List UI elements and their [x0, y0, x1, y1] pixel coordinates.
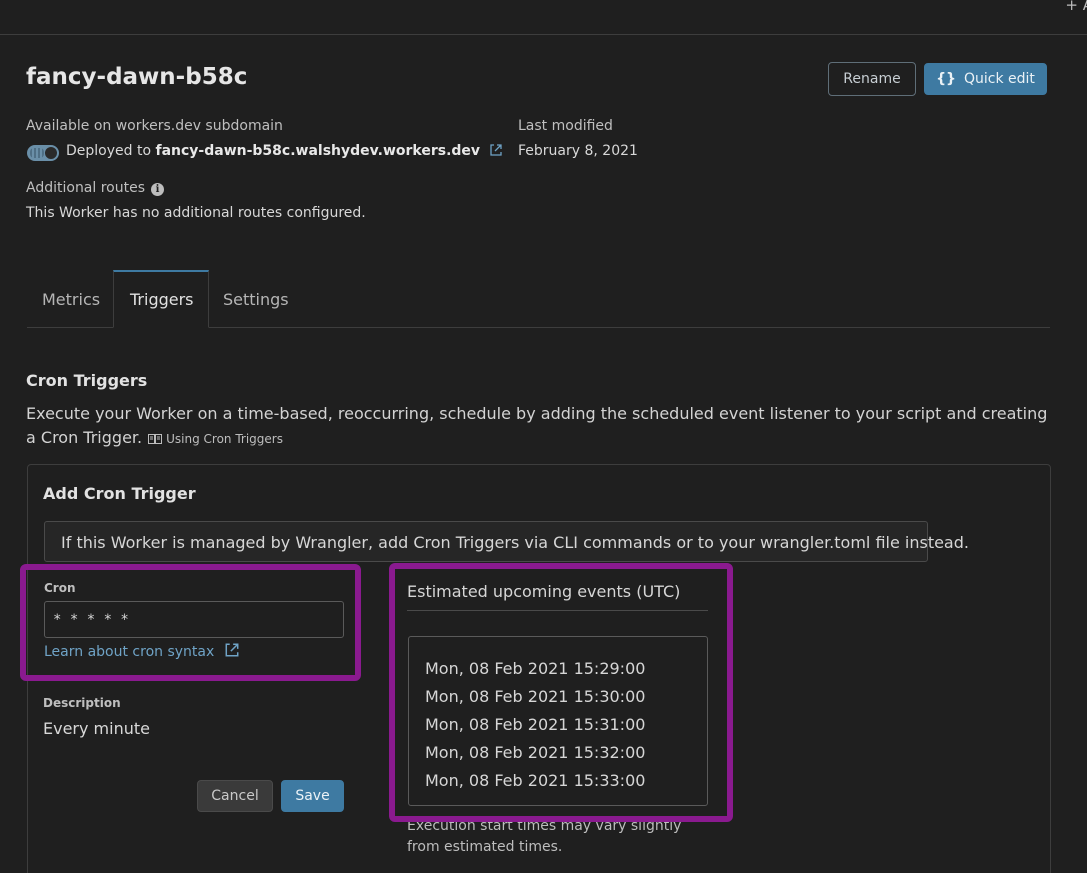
events-highlight-box — [389, 563, 733, 822]
toggle-knob — [44, 146, 58, 160]
page-title: fancy-dawn-b58c — [26, 64, 248, 90]
last-modified-value: February 8, 2021 — [518, 143, 638, 159]
cancel-button[interactable]: Cancel — [197, 780, 273, 812]
cron-highlight-box — [20, 564, 361, 681]
cron-triggers-heading: Cron Triggers — [26, 371, 148, 390]
book-icon — [148, 434, 163, 444]
save-button[interactable]: Save — [281, 780, 344, 812]
external-link-icon[interactable] — [489, 143, 503, 157]
additional-routes-label: Additional routes i — [26, 180, 165, 196]
rename-button[interactable]: Rename — [828, 62, 916, 96]
events-note: Execution start times may vary slightly … — [407, 818, 682, 855]
info-icon[interactable]: i — [151, 183, 165, 196]
cron-triggers-description: Execute your Worker on a time-based, reo… — [26, 402, 1056, 451]
using-cron-triggers-link[interactable]: Using Cron Triggers — [148, 432, 283, 446]
quick-edit-label: Quick edit — [964, 71, 1035, 87]
doc-link-label: Using Cron Triggers — [166, 432, 283, 446]
subdomain-label: Available on workers.dev subdomain — [26, 118, 283, 134]
subdomain-toggle[interactable] — [27, 145, 59, 161]
wrangler-notice: If this Worker is managed by Wrangler, a… — [44, 521, 969, 562]
tab-triggers[interactable]: Triggers — [130, 290, 194, 309]
last-modified-label: Last modified — [518, 118, 613, 134]
tab-metrics[interactable]: Metrics — [42, 290, 100, 309]
deployed-text: Deployed to fancy-dawn-b58c.walshydev.wo… — [66, 143, 503, 159]
additional-routes-text: Additional routes — [26, 180, 146, 196]
description-value: Every minute — [43, 719, 150, 738]
tab-settings[interactable]: Settings — [223, 290, 289, 309]
description-label: Description — [43, 696, 121, 710]
add-button[interactable]: + A — [1065, 0, 1087, 14]
add-cron-trigger-heading: Add Cron Trigger — [43, 484, 196, 503]
additional-routes-value: This Worker has no additional routes con… — [26, 205, 366, 221]
deployed-url-link[interactable]: fancy-dawn-b58c.walshydev.workers.dev — [155, 143, 480, 159]
deployed-prefix: Deployed to — [66, 143, 152, 159]
quick-edit-button[interactable]: {} Quick edit — [924, 63, 1047, 95]
top-bar: + A — [0, 0, 1087, 35]
braces-icon: {} — [936, 71, 956, 87]
